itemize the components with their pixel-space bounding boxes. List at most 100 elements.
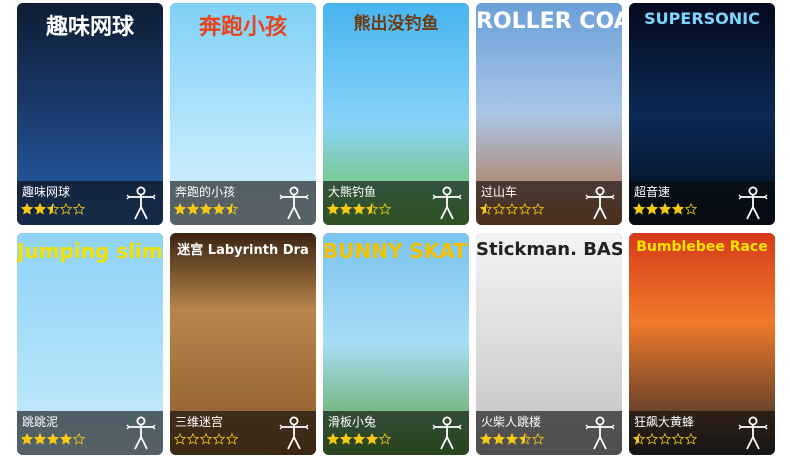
motion-control-icon: [278, 415, 310, 451]
motion-control-icon: [431, 415, 463, 451]
star-icon: [480, 203, 492, 215]
star-icon: [646, 203, 658, 215]
motion-control-icon: [584, 415, 616, 451]
star-icon: [213, 433, 225, 445]
star-icon: [379, 433, 391, 445]
star-icon: [60, 203, 72, 215]
rating-stars: [633, 203, 697, 215]
game-info-bar: 大熊钓鱼: [323, 181, 469, 225]
game-info-bar: 奔跑的小孩: [170, 181, 316, 225]
star-icon: [493, 433, 505, 445]
game-info-bar: 滑板小兔: [323, 411, 469, 455]
game-info-bar: 三维迷宫: [170, 411, 316, 455]
star-icon: [47, 203, 59, 215]
rating-stars: [480, 433, 544, 445]
star-icon: [187, 203, 199, 215]
star-icon: [174, 433, 186, 445]
rating-stars: [633, 433, 697, 445]
game-card[interactable]: Stickman. BASE Jumper 火柴人跳楼: [476, 233, 622, 455]
star-icon: [226, 203, 238, 215]
star-icon: [366, 203, 378, 215]
game-card[interactable]: SUPERSONIC 超音速: [629, 3, 775, 225]
game-card[interactable]: 趣味网球 趣味网球: [17, 3, 163, 225]
star-icon: [174, 203, 186, 215]
star-icon: [21, 433, 33, 445]
motion-control-icon: [737, 415, 769, 451]
motion-control-icon: [431, 185, 463, 221]
star-icon: [366, 433, 378, 445]
star-icon: [340, 203, 352, 215]
cover-logo-text: 迷宫 Labyrinth Dra: [177, 243, 309, 258]
game-title: 跳跳泥: [22, 415, 59, 429]
star-icon: [340, 433, 352, 445]
star-icon: [34, 203, 46, 215]
star-icon: [353, 203, 365, 215]
star-icon: [21, 203, 33, 215]
cover-logo-text: Bumblebee Race: [636, 239, 768, 255]
star-icon: [506, 433, 518, 445]
star-icon: [73, 433, 85, 445]
star-icon: [532, 433, 544, 445]
star-icon: [200, 433, 212, 445]
rating-stars: [174, 203, 238, 215]
cover-logo-text: Jumping slime: [17, 239, 163, 263]
cover-logo-text: BUNNY SKATER: [323, 239, 469, 263]
star-icon: [213, 203, 225, 215]
motion-control-icon: [278, 185, 310, 221]
game-card[interactable]: 迷宫 Labyrinth Dra 三维迷宫: [170, 233, 316, 455]
game-title: 狂飙大黄蜂: [634, 415, 695, 429]
star-icon: [685, 433, 697, 445]
star-icon: [47, 433, 59, 445]
star-icon: [659, 433, 671, 445]
star-icon: [506, 203, 518, 215]
star-icon: [60, 433, 72, 445]
star-icon: [187, 433, 199, 445]
game-card[interactable]: Bumblebee Race 狂飙大黄蜂: [629, 233, 775, 455]
rating-stars: [21, 433, 85, 445]
star-icon: [646, 433, 658, 445]
game-card[interactable]: 熊出没钓鱼大熊钓鱼: [323, 3, 469, 225]
star-icon: [519, 433, 531, 445]
star-icon: [327, 203, 339, 215]
star-icon: [379, 203, 391, 215]
star-icon: [685, 203, 697, 215]
motion-control-icon: [125, 185, 157, 221]
game-title: 趣味网球: [22, 185, 71, 199]
star-icon: [633, 203, 645, 215]
game-title: 三维迷宫: [175, 415, 224, 429]
star-icon: [633, 433, 645, 445]
game-title: 奔跑的小孩: [175, 185, 236, 199]
game-card[interactable]: Jumping slime 跳跳泥: [17, 233, 163, 455]
star-icon: [353, 433, 365, 445]
rating-stars: [21, 203, 85, 215]
star-icon: [327, 433, 339, 445]
game-card[interactable]: BUNNY SKATER 滑板小兔: [323, 233, 469, 455]
star-icon: [519, 203, 531, 215]
cover-logo-text: 奔跑小孩: [198, 15, 287, 40]
star-icon: [34, 433, 46, 445]
game-title: 滑板小兔: [328, 415, 377, 429]
motion-control-icon: [584, 185, 616, 221]
game-grid: 趣味网球趣味网球奔跑小孩奔跑的小孩熊出没钓鱼大熊钓鱼ROLLER COASTER…: [17, 3, 775, 455]
rating-stars: [327, 203, 391, 215]
game-title: 大熊钓鱼: [328, 185, 377, 199]
game-title: 火柴人跳楼: [481, 415, 542, 429]
star-icon: [672, 203, 684, 215]
game-info-bar: 趣味网球: [17, 181, 163, 225]
star-icon: [73, 203, 85, 215]
game-info-bar: 过山车: [476, 181, 622, 225]
rating-stars: [174, 433, 238, 445]
game-info-bar: 跳跳泥: [17, 411, 163, 455]
rating-stars: [480, 203, 544, 215]
star-icon: [659, 203, 671, 215]
game-card[interactable]: ROLLER COASTER 过山车: [476, 3, 622, 225]
rating-stars: [327, 433, 391, 445]
cover-logo-text: 趣味网球: [45, 15, 134, 40]
game-info-bar: 超音速: [629, 181, 775, 225]
game-title: 过山车: [481, 185, 518, 199]
motion-control-icon: [737, 185, 769, 221]
cover-logo-text: ROLLER COASTER: [476, 9, 622, 34]
star-icon: [493, 203, 505, 215]
cover-logo-text: 熊出没钓鱼: [353, 14, 439, 34]
game-card[interactable]: 奔跑小孩奔跑的小孩: [170, 3, 316, 225]
